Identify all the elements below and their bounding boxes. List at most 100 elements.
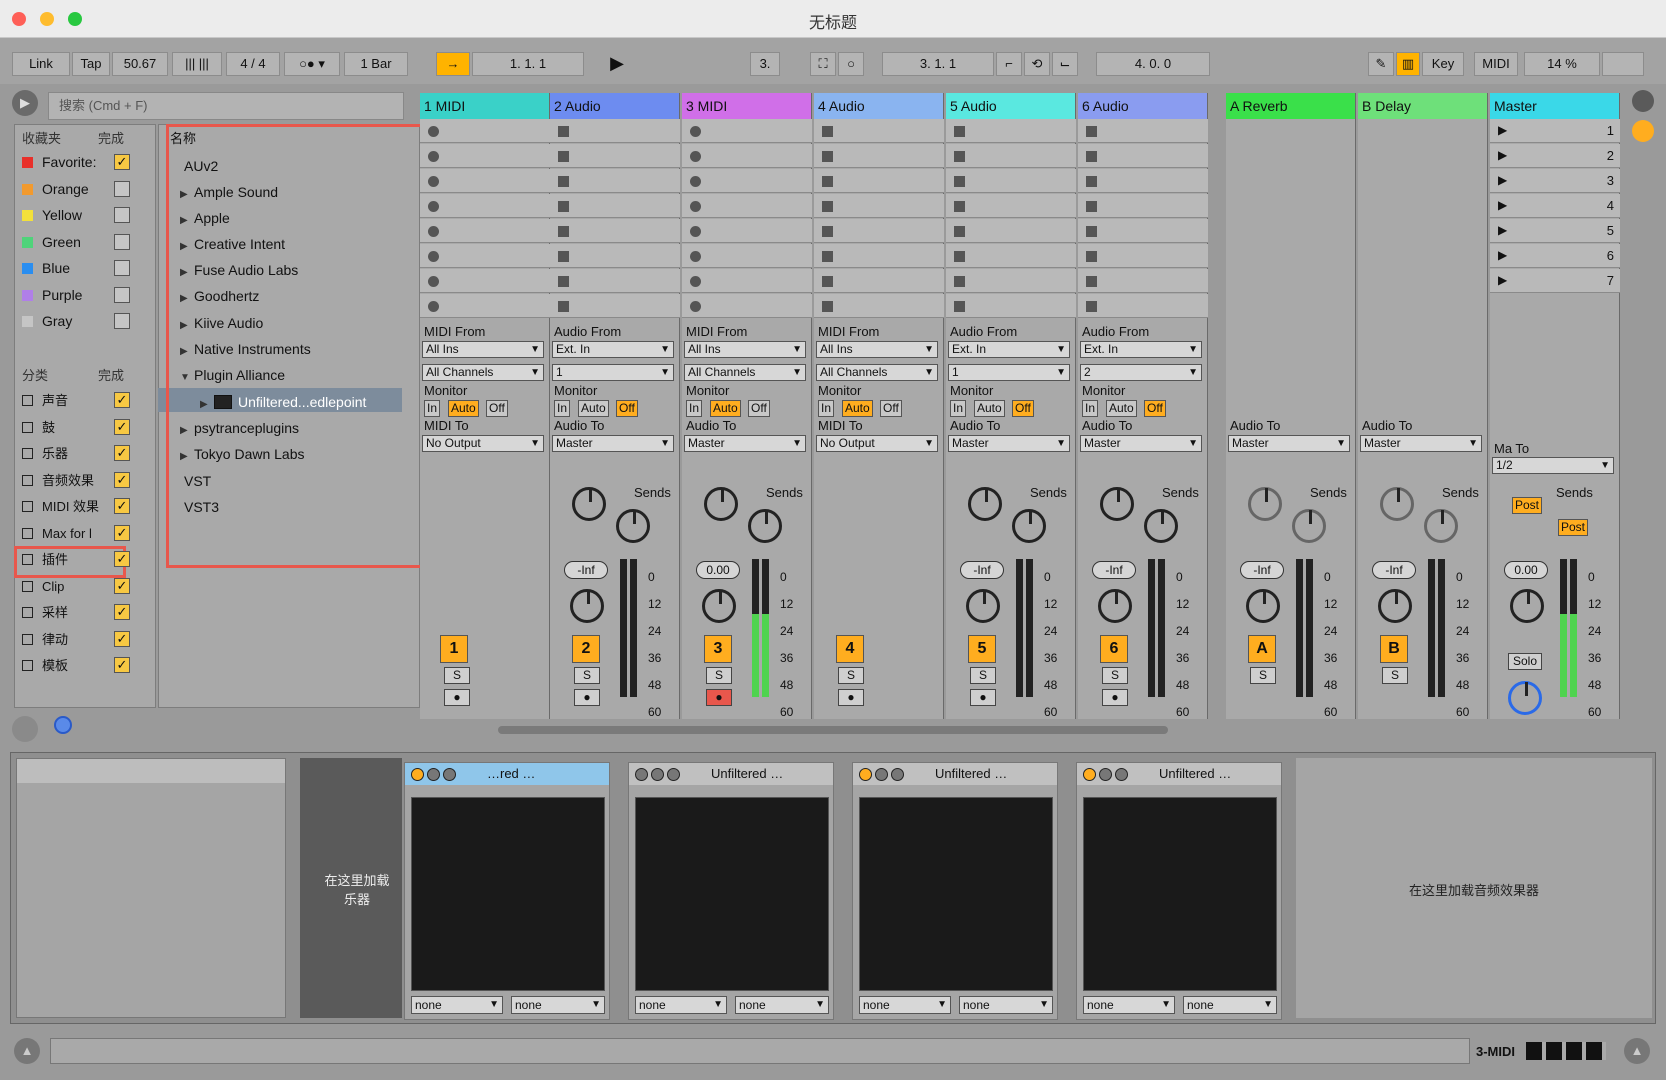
category-checkbox[interactable]: ✓ bbox=[114, 604, 130, 620]
solo-button[interactable]: S bbox=[444, 667, 470, 684]
tree-expand-icon[interactable]: ▶ bbox=[180, 209, 194, 233]
clip-slot[interactable] bbox=[420, 169, 550, 193]
collection-item[interactable]: Yellow bbox=[22, 205, 132, 225]
volume-field[interactable]: -Inf bbox=[1240, 561, 1284, 579]
scene-launch-icon[interactable]: ▶ bbox=[1498, 148, 1507, 162]
scene-row[interactable]: ▶ 3 bbox=[1490, 169, 1620, 193]
clip-slot[interactable] bbox=[420, 294, 550, 318]
clip-stop-icon[interactable] bbox=[428, 226, 439, 237]
browser-tree-item[interactable]: VST3 bbox=[170, 495, 219, 519]
arm-button[interactable]: ● bbox=[1102, 689, 1128, 706]
clip-stop-icon[interactable] bbox=[954, 251, 965, 262]
input-type-dropdown[interactable]: All Ins bbox=[816, 341, 938, 358]
clip-slot[interactable] bbox=[420, 244, 550, 268]
monitor-auto-button[interactable]: Auto bbox=[448, 400, 479, 417]
clip-slot[interactable] bbox=[682, 144, 812, 168]
collection-item[interactable]: Green bbox=[22, 232, 132, 252]
clip-slot[interactable] bbox=[814, 269, 944, 293]
help-info-icon[interactable] bbox=[54, 716, 72, 734]
collection-checkbox[interactable] bbox=[114, 180, 130, 197]
draw-mode-icon[interactable]: ✎ bbox=[1368, 52, 1394, 76]
volume-field[interactable]: -Inf bbox=[1092, 561, 1136, 579]
monitor-in-button[interactable]: In bbox=[950, 400, 967, 417]
track-header[interactable]: 6 Audio bbox=[1078, 93, 1208, 119]
clip-stop-icon[interactable] bbox=[690, 226, 701, 237]
macro-dropdown-right[interactable]: none bbox=[735, 996, 829, 1014]
output-type-dropdown[interactable]: Master bbox=[1360, 435, 1482, 452]
clip-slot[interactable] bbox=[682, 194, 812, 218]
scene-launch-icon[interactable]: ▶ bbox=[1498, 173, 1507, 187]
clip-stop-icon[interactable] bbox=[690, 201, 701, 212]
clip-slot[interactable] bbox=[814, 119, 944, 143]
arm-button[interactable]: ● bbox=[574, 689, 600, 706]
input-channel-dropdown[interactable]: All Channels bbox=[422, 364, 544, 381]
master-pan-knob[interactable] bbox=[1510, 589, 1544, 623]
collection-item[interactable]: Gray bbox=[22, 311, 132, 331]
clip-slot[interactable] bbox=[682, 169, 812, 193]
volume-field[interactable]: -Inf bbox=[564, 561, 608, 579]
computer-keyboard-icon[interactable]: ▥ bbox=[1396, 52, 1420, 76]
clip-stop-icon[interactable] bbox=[690, 151, 701, 162]
category-item[interactable]: 律动 ✓ bbox=[22, 629, 132, 649]
clip-slot[interactable] bbox=[946, 244, 1076, 268]
clip-stop-icon[interactable] bbox=[558, 301, 569, 312]
session-view-icon[interactable] bbox=[1632, 90, 1654, 112]
clip-slot[interactable] bbox=[420, 119, 550, 143]
clip-slot[interactable] bbox=[1078, 219, 1208, 243]
input-channel-dropdown[interactable]: 2 bbox=[1080, 364, 1202, 381]
browser-toggle-icon[interactable]: ▶ bbox=[12, 90, 38, 116]
nudge-icon[interactable]: ||| ||| bbox=[172, 52, 222, 76]
send-a-knob[interactable] bbox=[968, 487, 1002, 521]
send-a-knob[interactable] bbox=[704, 487, 738, 521]
browser-tree-item[interactable]: ▶ Unfiltered...edlepoint bbox=[200, 390, 366, 414]
monitor-off-button[interactable]: Off bbox=[616, 400, 638, 417]
wrench-icon[interactable] bbox=[1115, 768, 1128, 781]
arm-button[interactable]: ● bbox=[706, 689, 732, 706]
output-type-dropdown[interactable]: Master bbox=[1228, 435, 1350, 452]
category-checkbox[interactable]: ✓ bbox=[114, 392, 130, 408]
clip-stop-icon[interactable] bbox=[822, 251, 833, 262]
plugin-device[interactable]: Unfiltered … none none bbox=[1076, 762, 1282, 1020]
wrench-icon[interactable] bbox=[667, 768, 680, 781]
wrench-icon[interactable] bbox=[443, 768, 456, 781]
track-activator-button[interactable]: 6 bbox=[1100, 635, 1128, 663]
power-icon[interactable] bbox=[635, 768, 648, 781]
track-activator-button[interactable]: 4 bbox=[836, 635, 864, 663]
track-activator-button[interactable]: 3 bbox=[704, 635, 732, 663]
mixer-scrollbar[interactable] bbox=[498, 726, 1168, 734]
view-selector-icons[interactable] bbox=[1526, 1042, 1606, 1060]
clip-slot[interactable] bbox=[946, 269, 1076, 293]
clip-slot[interactable] bbox=[946, 119, 1076, 143]
collection-checkbox[interactable] bbox=[114, 207, 130, 223]
send-a-knob[interactable] bbox=[1100, 487, 1134, 521]
clip-slot[interactable] bbox=[814, 219, 944, 243]
tree-expand-icon[interactable]: ▼ bbox=[180, 366, 194, 390]
clip-stop-icon[interactable] bbox=[428, 151, 439, 162]
return-track-header[interactable]: A Reverb bbox=[1226, 93, 1356, 119]
collection-item[interactable]: Favorite: ✓ bbox=[22, 152, 132, 172]
category-checkbox[interactable]: ✓ bbox=[114, 524, 130, 541]
tree-expand-icon[interactable]: ▶ bbox=[180, 287, 194, 311]
clip-slot[interactable] bbox=[550, 169, 680, 193]
tree-expand-icon[interactable]: ▶ bbox=[180, 340, 194, 364]
tree-expand-icon[interactable]: ▶ bbox=[180, 445, 194, 469]
quantize-dropdown[interactable]: 1 Bar bbox=[344, 52, 408, 76]
clip-stop-icon[interactable] bbox=[822, 301, 833, 312]
power-icon[interactable] bbox=[1083, 768, 1096, 781]
browser-tree-item[interactable]: ▶ Kiive Audio bbox=[180, 311, 263, 335]
fold-icon[interactable] bbox=[427, 768, 440, 781]
category-checkbox[interactable]: ✓ bbox=[114, 498, 130, 514]
track-header[interactable]: 4 Audio bbox=[814, 93, 944, 119]
clip-stop-icon[interactable] bbox=[954, 276, 965, 287]
clip-stop-icon[interactable] bbox=[558, 251, 569, 262]
clip-slot[interactable] bbox=[420, 219, 550, 243]
clip-slot[interactable] bbox=[1078, 194, 1208, 218]
send-b-knob[interactable] bbox=[1012, 509, 1046, 543]
clip-stop-icon[interactable] bbox=[822, 151, 833, 162]
output-type-dropdown[interactable]: Master bbox=[684, 435, 806, 452]
clip-stop-icon[interactable] bbox=[954, 126, 965, 137]
clip-slot[interactable] bbox=[550, 219, 680, 243]
clip-stop-icon[interactable] bbox=[1086, 176, 1097, 187]
output-type-dropdown[interactable]: No Output bbox=[816, 435, 938, 452]
clip-slot[interactable] bbox=[1078, 269, 1208, 293]
